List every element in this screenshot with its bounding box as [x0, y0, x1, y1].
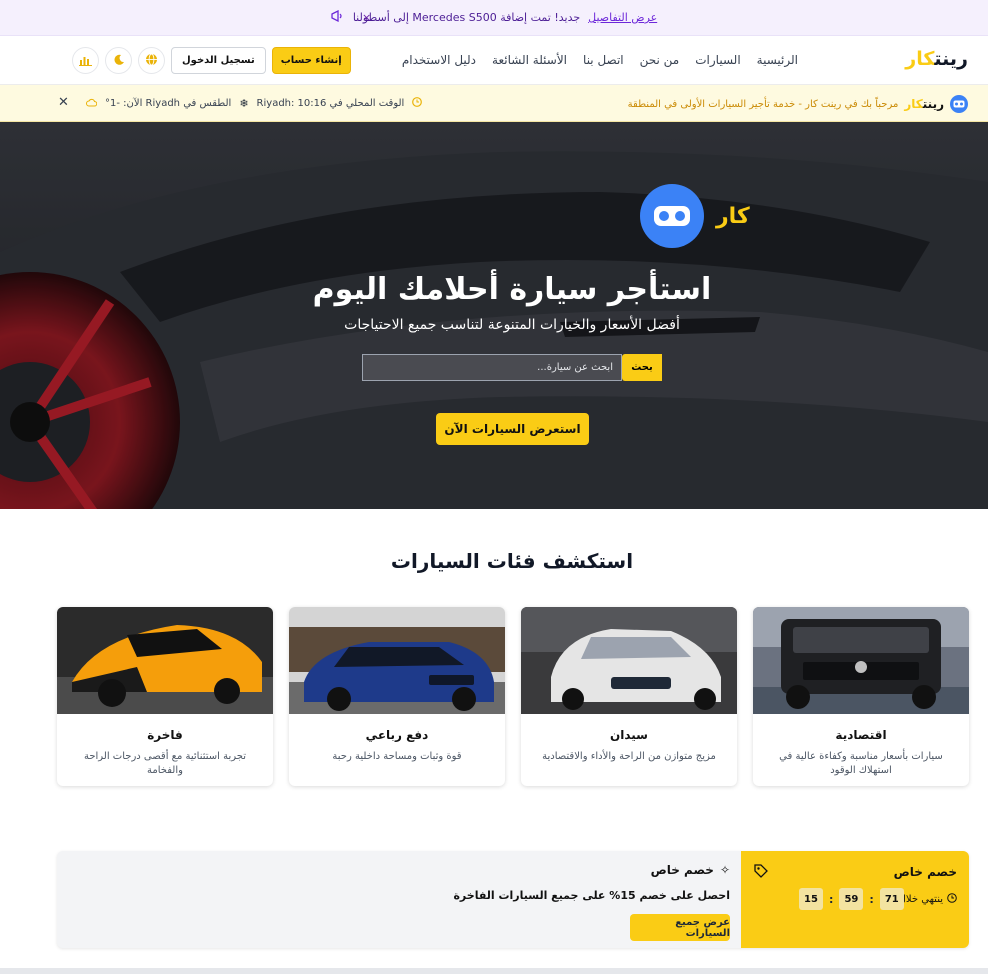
hero-section: كار استأجر سيارة أحلامك اليوم أفضل الأسع…: [0, 122, 988, 509]
category-desc: تجربة استثنائية مع أقصى درجات الراحة وال…: [83, 751, 247, 776]
category-desc: قوة وثبات ومساحة داخلية رحبة: [332, 751, 462, 762]
categories-title: استكشف فئات السيارات: [390, 549, 634, 573]
category-image-luxury: [57, 607, 273, 714]
hero-brand: كار: [640, 184, 750, 248]
info-brand-accent: كار: [904, 97, 923, 111]
nav-link-contact[interactable]: اتصل بنا: [583, 53, 624, 67]
theme-toggle-button[interactable]: [105, 47, 132, 74]
language-button[interactable]: [138, 47, 165, 74]
clock-icon: [947, 893, 957, 906]
timer-hours: 71: [879, 888, 904, 910]
nav-link-cars[interactable]: السيارات: [695, 53, 740, 67]
hero-subtitle: أفضل الأسعار والخيارات المتنوعة لتناسب ج…: [344, 317, 680, 333]
view-all-cars-button[interactable]: عرض جميع السيارات: [630, 914, 730, 941]
offer-ends: ينتهي خلال:: [895, 893, 957, 906]
signup-button[interactable]: إنشاء حساب: [271, 47, 351, 74]
hero-search: بحث: [362, 354, 662, 381]
announcement-details-link[interactable]: عرض التفاصيل: [588, 11, 657, 24]
globe-icon: [145, 51, 158, 70]
weather-time: الوقت المحلي في Riyadh: 10:16 ❄ الطقس في…: [86, 97, 423, 110]
announcement-message: جديد! تمت إضافة Mercedes S500 إلى أسطولن…: [352, 11, 581, 24]
local-time: الوقت المحلي في Riyadh: 10:16: [256, 98, 405, 109]
timer-separator: :: [869, 892, 874, 906]
countdown-timer: 15 : 59 : 71: [799, 888, 904, 910]
special-offer: خصم خاص ينتهي خلال: 15 : 59 : 71 ✧ خصم خ…: [57, 851, 969, 948]
offer-text: احصل على خصم 15% على جميع السيارات الفاخ…: [453, 889, 730, 902]
welcome-message: رينتكار مرحباً بك في رينت كار - خدمة تأج…: [628, 95, 968, 113]
category-image-4x4: [289, 607, 505, 714]
offer-content: ✧ خصم خاص احصل على خصم 15% على جميع السي…: [430, 863, 730, 941]
brand-mini-logo-icon: [950, 95, 968, 113]
timer-seconds: 15: [799, 888, 823, 910]
category-title: دفع رباعي: [365, 728, 429, 742]
moon-icon: [113, 51, 125, 70]
hero-car-background: [0, 122, 988, 509]
logo-accent-text: كار: [905, 48, 935, 70]
category-image-economy: [753, 607, 969, 714]
chart-icon: [79, 51, 92, 70]
category-card-sedan[interactable]: سيدان مزيج متوازن من الراحة والأداء والا…: [521, 607, 737, 786]
hero-brand-text: كار: [716, 203, 750, 229]
announcement-close-button[interactable]: ×: [362, 11, 371, 24]
sparkle-icon: ✧: [719, 863, 730, 877]
site-logo[interactable]: رينتكار: [905, 48, 968, 70]
megaphone-icon: [331, 9, 345, 25]
dashboard-button[interactable]: [72, 47, 99, 74]
nav-links: الرئيسية السيارات من نحن اتصل بنا الأسئل…: [402, 53, 798, 67]
search-button[interactable]: بحث: [622, 354, 662, 381]
category-card-4x4[interactable]: دفع رباعي قوة وثبات ومساحة داخلية رحبة: [289, 607, 505, 786]
info-brand: رينتكار: [904, 97, 944, 111]
info-bar: رينتكار مرحباً بك في رينت كار - خدمة تأج…: [0, 85, 988, 122]
offer-heading-text: خصم خاص: [650, 863, 714, 877]
nav-link-about[interactable]: من نحن: [640, 53, 680, 67]
announcement-bar: عرض التفاصيل جديد! تمت إضافة Mercedes S5…: [0, 0, 988, 36]
logo-main-text: رينت: [934, 48, 968, 70]
navbar: رينتكار الرئيسية السيارات من نحن اتصل بن…: [0, 36, 988, 85]
car-logo-icon: [640, 184, 704, 248]
hero-title: استأجر سيارة أحلامك اليوم: [312, 272, 712, 307]
info-brand-main: رينت: [922, 97, 944, 111]
category-card-economy[interactable]: اقتصادية سيارات بأسعار مناسبة وكفاءة عال…: [753, 607, 969, 786]
nav-link-faq[interactable]: الأسئلة الشائعة: [492, 53, 567, 67]
timer-separator: :: [829, 892, 834, 906]
weather-text: الطقس في Riyadh الآن: -1°: [105, 98, 232, 109]
tag-icon: [753, 863, 769, 883]
login-button[interactable]: تسجيل الدخول: [171, 47, 266, 74]
nav-actions: تسجيل الدخول إنشاء حساب: [72, 47, 351, 74]
offer-countdown-panel: خصم خاص ينتهي خلال: 15 : 59 : 71: [741, 851, 969, 948]
nav-link-home[interactable]: الرئيسية: [757, 53, 798, 67]
category-desc: سيارات بأسعار مناسبة وكفاءة عالية في است…: [779, 751, 943, 776]
offer-badge-title: خصم خاص: [893, 865, 957, 879]
clock-icon: [412, 97, 423, 110]
nav-link-guide[interactable]: دليل الاستخدام: [402, 53, 476, 67]
category-title: سيدان: [610, 728, 648, 742]
cloud-icon: [86, 98, 98, 110]
category-title: اقتصادية: [835, 728, 887, 742]
timer-minutes: 59: [839, 888, 864, 910]
info-close-button[interactable]: ✕: [58, 95, 69, 110]
browse-cars-button[interactable]: استعرض السيارات الآن: [436, 413, 589, 445]
offer-heading: ✧ خصم خاص: [430, 863, 730, 877]
category-title: فاخرة: [147, 728, 183, 742]
category-image-sedan: [521, 607, 737, 714]
snowflake-icon: ❄: [239, 97, 249, 110]
footer-edge: [0, 968, 988, 974]
category-card-luxury[interactable]: فاخرة تجربة استثنائية مع أقصى درجات الرا…: [57, 607, 273, 786]
search-input[interactable]: [362, 354, 622, 381]
welcome-text: مرحباً بك في رينت كار - خدمة تأجير السيا…: [627, 98, 899, 110]
category-desc: مزيج متوازن من الراحة والأداء والاقتصادي…: [542, 751, 716, 762]
